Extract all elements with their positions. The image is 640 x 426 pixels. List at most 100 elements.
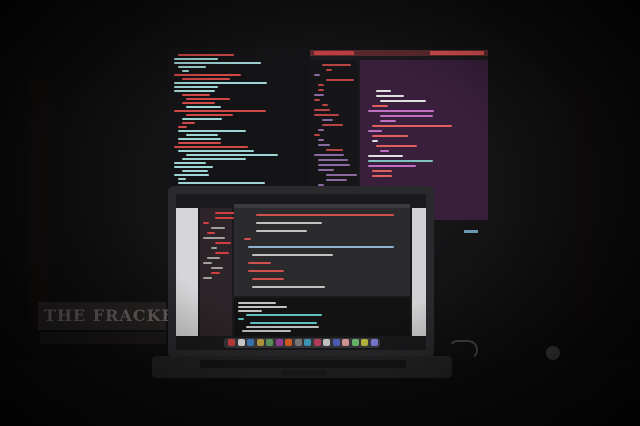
code-line	[215, 252, 229, 254]
code-line	[182, 70, 189, 72]
code-line	[174, 82, 267, 84]
dock-app-icon	[332, 339, 340, 346]
code-line	[174, 58, 218, 60]
code-line	[372, 175, 392, 177]
dock-app-icon	[256, 339, 264, 346]
code-line	[178, 182, 265, 184]
dock-app-icon	[361, 339, 368, 346]
light-glare	[546, 346, 560, 360]
laptop-terminal	[234, 298, 410, 336]
code-line	[326, 179, 347, 181]
code-line	[203, 222, 209, 224]
code-line	[238, 302, 276, 304]
wall-shadow-left	[30, 80, 50, 330]
code-line	[238, 306, 287, 308]
code-line	[182, 158, 246, 160]
code-line	[186, 114, 233, 116]
code-line	[250, 322, 317, 324]
dock-app-icon	[285, 339, 292, 346]
code-line	[326, 174, 357, 176]
code-line	[215, 217, 234, 219]
code-line	[314, 94, 324, 96]
laptop-keyboard	[200, 360, 406, 368]
code-line	[314, 109, 330, 111]
code-line	[174, 110, 266, 112]
code-line	[178, 178, 186, 180]
dock-app-icon	[351, 339, 359, 346]
code-line	[314, 114, 339, 116]
monitor-editor-tabbar	[310, 50, 488, 56]
wall-shadow-right	[578, 90, 590, 320]
code-line	[203, 262, 212, 264]
code-line	[178, 66, 206, 68]
code-line	[174, 90, 215, 92]
dock-app-icon	[247, 339, 254, 346]
laptop-base	[152, 356, 452, 378]
code-line	[318, 84, 324, 86]
laptop-screen	[176, 194, 426, 350]
code-line	[368, 110, 434, 112]
code-line	[178, 130, 246, 132]
code-line	[326, 69, 332, 71]
code-line	[211, 227, 225, 229]
code-line	[178, 126, 187, 128]
dock-app-icon	[313, 339, 321, 346]
code-line	[318, 164, 350, 166]
code-line	[376, 95, 404, 97]
code-line	[372, 105, 388, 107]
code-line	[238, 318, 244, 320]
code-line	[182, 170, 208, 172]
code-line	[256, 230, 307, 232]
code-line	[246, 326, 319, 328]
code-line	[207, 232, 215, 234]
code-line	[248, 262, 271, 264]
code-line	[256, 222, 322, 224]
code-line	[182, 102, 215, 104]
code-line	[322, 64, 351, 66]
code-line	[174, 162, 206, 164]
photo-scene: THE FRACKER	[0, 0, 640, 426]
code-line	[318, 144, 330, 146]
code-line	[368, 155, 403, 157]
code-line	[178, 138, 221, 140]
code-line	[372, 170, 392, 172]
code-line	[203, 237, 225, 239]
code-line	[174, 146, 248, 148]
code-line	[186, 98, 230, 100]
code-line	[314, 74, 320, 76]
code-line	[368, 165, 416, 167]
code-line	[368, 130, 382, 132]
code-line	[318, 89, 324, 91]
code-line	[207, 257, 220, 259]
code-line	[211, 272, 220, 274]
laptop-trackpad	[282, 370, 326, 376]
laptop-editor-code	[234, 208, 410, 296]
code-line	[380, 150, 389, 152]
code-line	[318, 169, 334, 171]
code-line	[174, 74, 241, 76]
code-line	[372, 135, 408, 137]
code-line	[238, 310, 262, 312]
laptop-editor-sidebar	[200, 208, 237, 336]
dock-app-icon	[342, 339, 349, 346]
code-line	[322, 124, 343, 126]
code-line	[174, 86, 218, 88]
code-line	[211, 247, 217, 249]
code-line	[246, 314, 322, 316]
code-line	[178, 150, 254, 152]
code-line	[318, 159, 348, 161]
code-line	[376, 145, 417, 147]
code-line	[318, 129, 324, 131]
code-line	[182, 122, 195, 124]
code-line	[256, 214, 394, 216]
code-line	[174, 62, 261, 64]
code-line	[174, 174, 209, 176]
dock-app-icon	[228, 339, 235, 346]
laptop-right-pane	[412, 208, 426, 336]
dock-app-icon	[237, 339, 245, 346]
code-line	[182, 78, 230, 80]
code-line	[322, 104, 328, 106]
code-line	[252, 286, 325, 288]
cable-icon	[448, 340, 478, 360]
code-line	[380, 120, 396, 122]
